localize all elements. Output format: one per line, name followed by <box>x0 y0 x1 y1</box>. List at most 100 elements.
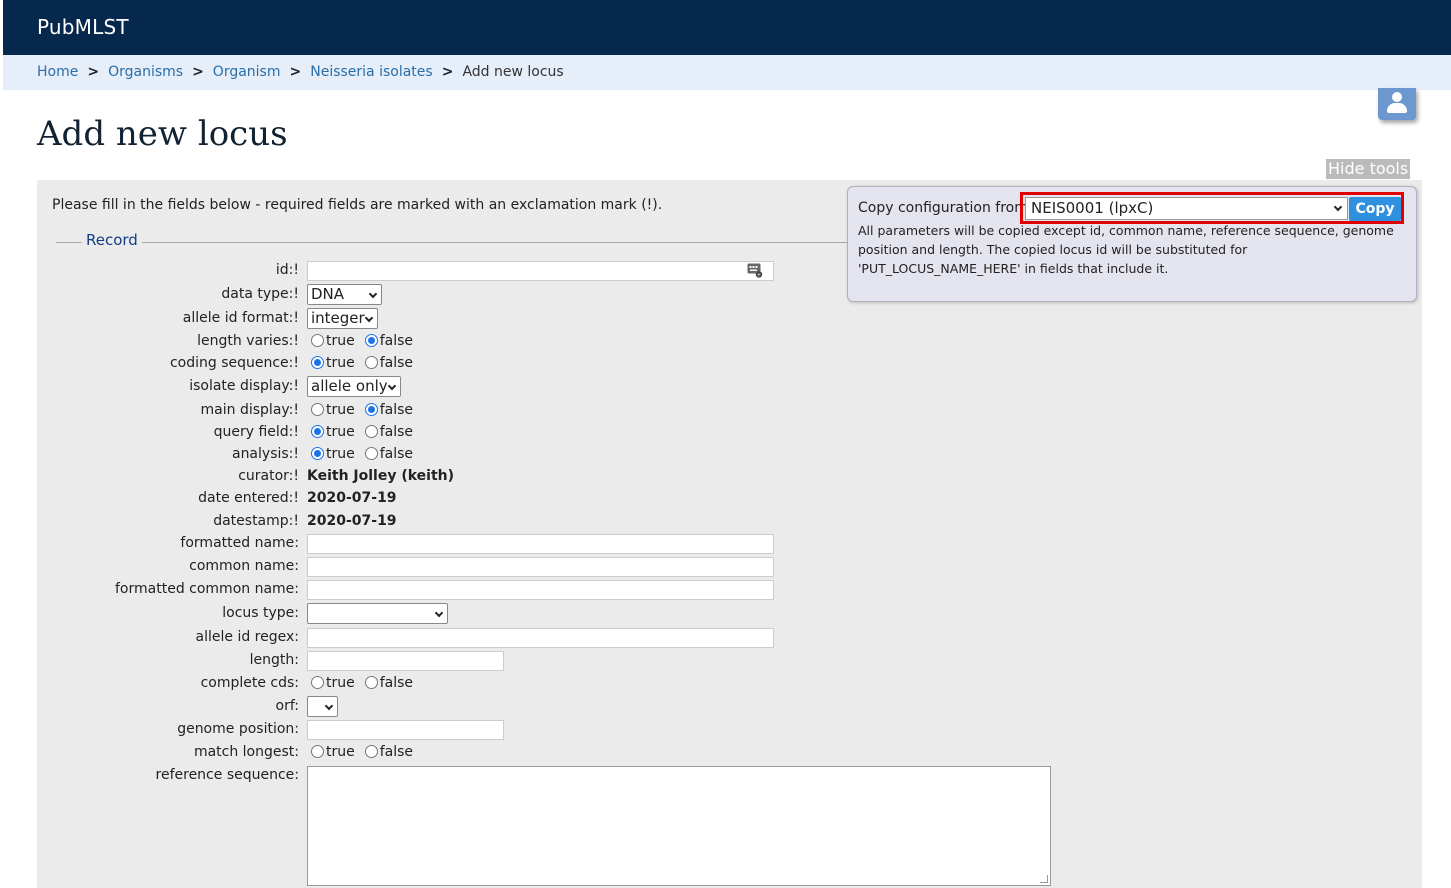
isolate-display-label: isolate display:! <box>189 378 299 394</box>
query-field-radios: true false <box>311 424 423 440</box>
highlight-box <box>1020 192 1404 224</box>
match-longest-label: match longest: <box>193 744 299 760</box>
true-label: true <box>326 446 355 462</box>
page-title: Add new locus <box>37 114 288 154</box>
false-label: false <box>379 424 414 440</box>
fieldset-border <box>56 242 856 243</box>
reference-sequence-label: reference sequence: <box>155 767 299 783</box>
complete-cds-label: complete cds: <box>200 675 299 691</box>
reference-sequence-textarea[interactable] <box>307 766 1051 886</box>
keyboard-icon[interactable]: + <box>747 262 763 278</box>
analysis-label: analysis:! <box>231 446 299 462</box>
length-label: length: <box>249 652 299 668</box>
resize-grip-icon[interactable] <box>1040 875 1048 883</box>
false-label: false <box>379 402 414 418</box>
date-entered-label: date entered:! <box>198 490 299 506</box>
user-icon-body <box>1387 103 1407 113</box>
query-field-true-radio[interactable] <box>311 425 324 438</box>
length-input[interactable] <box>307 651 504 671</box>
query-field-false-radio[interactable] <box>364 425 378 438</box>
breadcrumb: Home > Organisms > Organism > Neisseria isolat… <box>3 55 1451 90</box>
hide-tools-button[interactable]: Hide tools <box>1326 159 1411 179</box>
formatted-name-input[interactable] <box>307 534 774 554</box>
site-header: PubMLST <box>3 0 1451 55</box>
data-type-label: data type:! <box>221 286 299 302</box>
curator-value: Keith Jolley (keith) <box>307 468 455 484</box>
isolate-display-value: allele only <box>311 377 388 395</box>
length-varies-radios: true false <box>311 333 423 349</box>
allele-id-regex-input[interactable] <box>307 628 774 648</box>
match-longest-false-radio[interactable] <box>364 745 378 758</box>
copy-configuration-description: All parameters will be copied except id,… <box>858 223 1394 276</box>
coding-sequence-true-radio[interactable] <box>311 356 324 369</box>
complete-cds-false-radio[interactable] <box>364 676 378 689</box>
false-label: false <box>379 675 414 691</box>
fieldset-legend: Record <box>82 231 142 249</box>
coding-sequence-label: coding sequence:! <box>169 355 299 371</box>
common-name-label: common name: <box>189 558 299 574</box>
analysis-false-radio[interactable] <box>364 447 378 460</box>
allele-id-format-select[interactable]: integer <box>307 308 378 329</box>
formatted-name-label: formatted name: <box>180 535 299 551</box>
genome-position-input[interactable] <box>307 720 504 740</box>
false-label: false <box>379 446 414 462</box>
breadcrumb-neisseria-isolates[interactable]: Neisseria isolates <box>310 64 432 80</box>
complete-cds-radios: true false <box>311 675 423 691</box>
true-label: true <box>326 675 355 691</box>
data-type-select[interactable]: DNA <box>307 284 382 305</box>
analysis-radios: true false <box>311 446 423 462</box>
length-varies-label: length varies:! <box>197 333 299 349</box>
chevron-down-icon <box>368 289 378 299</box>
allele-id-format-value: integer <box>311 309 365 327</box>
locus-type-label: locus type: <box>222 605 299 621</box>
curator-label: curator:! <box>238 468 299 484</box>
formatted-common-name-input[interactable] <box>307 580 774 600</box>
coding-sequence-radios: true false <box>311 355 423 371</box>
complete-cds-true-radio[interactable] <box>311 676 324 689</box>
main-display-true-radio[interactable] <box>311 403 324 416</box>
length-varies-true-radio[interactable] <box>311 334 324 347</box>
length-varies-false-radio[interactable] <box>364 334 378 347</box>
match-longest-true-radio[interactable] <box>311 745 324 758</box>
user-icon[interactable] <box>1378 88 1416 120</box>
isolate-display-select[interactable]: allele only <box>307 376 401 397</box>
chevron-down-icon <box>364 313 374 323</box>
id-input[interactable] <box>307 261 774 281</box>
user-icon-head <box>1392 92 1402 102</box>
orf-label: orf: <box>275 698 299 714</box>
genome-position-label: genome position: <box>177 721 299 737</box>
chevron-down-icon <box>387 381 397 391</box>
query-field-label: query field:! <box>213 424 299 440</box>
orf-select[interactable] <box>307 696 338 717</box>
site-brand[interactable]: PubMLST <box>37 15 129 39</box>
datestamp-label: datestamp:! <box>213 513 299 529</box>
chevron-down-icon <box>434 608 444 618</box>
allele-id-regex-label: allele id regex: <box>195 629 299 645</box>
copy-configuration-label: Copy configuration from <box>858 200 1028 216</box>
true-label: true <box>326 744 355 760</box>
main-display-false-radio[interactable] <box>364 403 378 416</box>
locus-type-select[interactable] <box>307 603 448 624</box>
match-longest-radios: true false <box>311 744 423 760</box>
true-label: true <box>326 424 355 440</box>
breadcrumb-separator: > <box>441 64 454 80</box>
false-label: false <box>379 355 414 371</box>
true-label: true <box>326 333 355 349</box>
coding-sequence-false-radio[interactable] <box>364 356 378 369</box>
common-name-input[interactable] <box>307 557 774 577</box>
svg-text:+: + <box>757 272 761 278</box>
true-label: true <box>326 402 355 418</box>
breadcrumb-separator: > <box>87 64 100 80</box>
breadcrumb-organism[interactable]: Organism <box>213 64 281 80</box>
datestamp-value: 2020-07-19 <box>307 513 397 529</box>
formatted-common-name-label: formatted common name: <box>115 581 299 597</box>
breadcrumb-current: Add new locus <box>462 64 564 80</box>
main-display-radios: true false <box>311 402 423 418</box>
true-label: true <box>326 355 355 371</box>
date-entered-value: 2020-07-19 <box>307 490 397 506</box>
breadcrumb-home[interactable]: Home <box>37 64 78 80</box>
breadcrumb-organisms[interactable]: Organisms <box>108 64 183 80</box>
analysis-true-radio[interactable] <box>311 447 324 460</box>
data-type-value: DNA <box>311 285 345 303</box>
main-display-label: main display:! <box>200 402 299 418</box>
